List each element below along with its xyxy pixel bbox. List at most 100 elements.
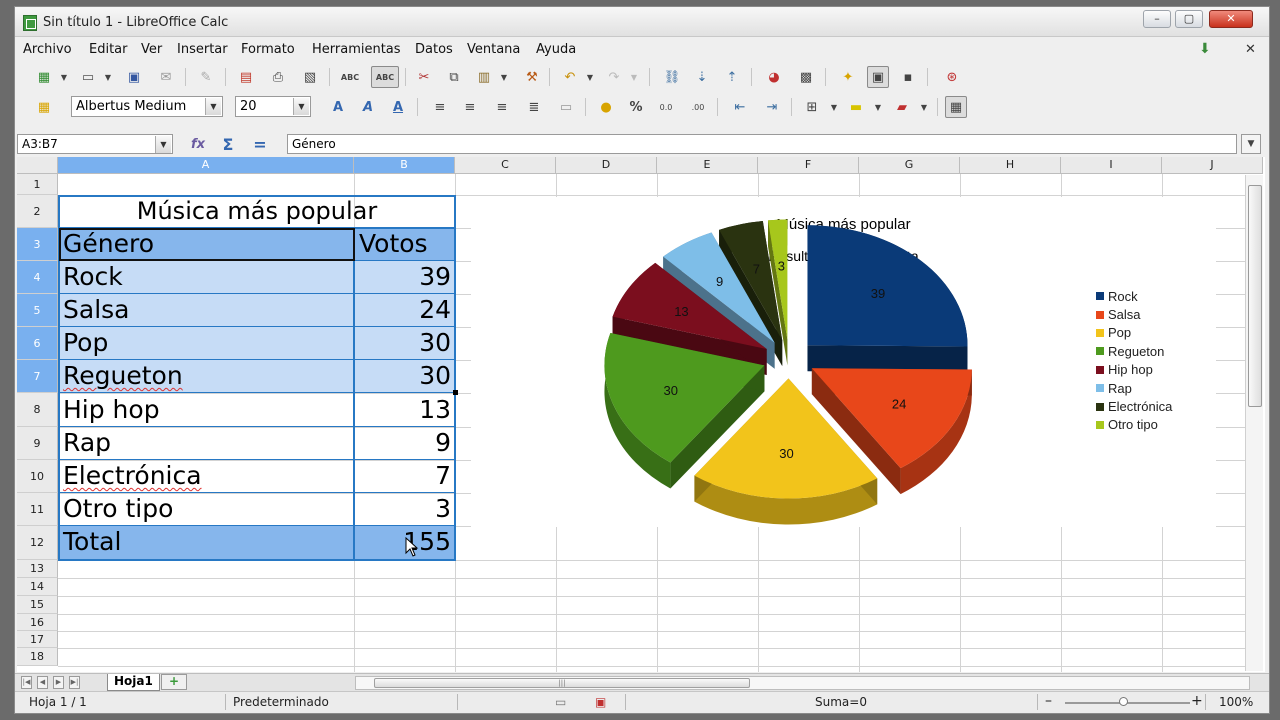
select-all-corner[interactable]	[17, 157, 58, 174]
new-document-icon[interactable]: ▦	[33, 66, 55, 88]
name-box[interactable]: A3:B7 ▼	[17, 134, 173, 154]
borders-icon[interactable]: ⊞	[801, 96, 823, 118]
spellcheck-icon[interactable]: ABC	[339, 66, 361, 88]
row-header-8[interactable]: 8	[17, 393, 58, 427]
borders-dropdown-icon[interactable]: ▼	[823, 96, 845, 118]
update-available-icon[interactable]: ⬇	[1199, 41, 1211, 57]
column-header-d[interactable]: D	[556, 157, 657, 174]
font-color-dropdown-icon[interactable]: ▼	[913, 96, 935, 118]
zoom-level[interactable]: 100%	[1219, 695, 1253, 709]
clone-formatting-icon[interactable]: ⚒	[521, 66, 543, 88]
cell-total-label[interactable]: Total	[59, 526, 354, 558]
menu-herramientas[interactable]: Herramientas	[312, 42, 401, 57]
number-format-icon[interactable]: 0.0	[655, 96, 677, 118]
menu-ayuda[interactable]: Ayuda	[536, 42, 576, 57]
email-icon[interactable]: ✉	[155, 66, 177, 88]
chevron-down-icon[interactable]: ▼	[293, 98, 309, 115]
cell-a2-title[interactable]: Música más popular	[59, 195, 455, 228]
cell-votes[interactable]: 13	[355, 394, 455, 426]
horizontal-scrollbar[interactable]: |||	[355, 676, 1250, 690]
maximize-button[interactable]: ▢	[1175, 10, 1203, 28]
new-dropdown-icon[interactable]: ▼	[53, 66, 75, 88]
chevron-down-icon[interactable]: ▼	[155, 136, 171, 153]
function-wizard-icon[interactable]: fx	[187, 133, 209, 155]
cell-genre[interactable]: Rock	[59, 261, 354, 293]
cell-genre[interactable]: Hip hop	[59, 394, 354, 426]
horizontal-scroll-thumb[interactable]: |||	[374, 678, 750, 688]
grid-lines-icon[interactable]: ▦	[945, 96, 967, 118]
decrease-indent-icon[interactable]: ⇤	[729, 96, 751, 118]
cell-votes[interactable]: 3	[355, 493, 455, 525]
cell-genre[interactable]: Salsa	[59, 294, 354, 326]
vertical-scrollbar[interactable]	[1245, 175, 1263, 671]
hyperlink-icon[interactable]: ⛓	[661, 66, 683, 88]
column-header-b[interactable]: B	[354, 157, 455, 174]
zoom-slider-handle[interactable]	[1119, 697, 1128, 706]
menu-insertar[interactable]: Insertar	[177, 42, 228, 57]
undo-icon[interactable]: ↶	[559, 66, 581, 88]
cell-genre[interactable]: Rap	[59, 427, 354, 459]
print-icon[interactable]: ⎙	[267, 66, 289, 88]
pie-chart[interactable]: Música más popular Resultados de encuest…	[471, 197, 1216, 527]
row-header-10[interactable]: 10	[17, 460, 58, 493]
column-header-c[interactable]: C	[455, 157, 556, 174]
cell-genre[interactable]: Electrónica	[59, 460, 354, 492]
last-sheet-button[interactable]: ▶|	[69, 676, 80, 689]
cell-a3-header-genre[interactable]: Género	[59, 228, 354, 260]
paste-dropdown-icon[interactable]: ▼	[493, 66, 515, 88]
close-document-button[interactable]: ✕	[1245, 42, 1256, 57]
prev-sheet-button[interactable]: ◀	[37, 676, 48, 689]
undo-dropdown-icon[interactable]: ▼	[579, 66, 601, 88]
background-dropdown-icon[interactable]: ▼	[867, 96, 889, 118]
save-icon[interactable]: ▣	[123, 66, 145, 88]
row-header-7[interactable]: 7	[17, 360, 58, 393]
cell-votes[interactable]: 24	[355, 294, 455, 326]
next-sheet-button[interactable]: ▶	[53, 676, 64, 689]
column-header-i[interactable]: I	[1061, 157, 1162, 174]
row-header-9[interactable]: 9	[17, 427, 58, 460]
gallery-icon[interactable]: ▣	[867, 66, 889, 88]
row-header-2[interactable]: 2	[17, 195, 58, 228]
sort-ascending-icon[interactable]: ⇣	[691, 66, 713, 88]
align-left-icon[interactable]: ≡	[429, 96, 451, 118]
italic-icon[interactable]: A	[357, 96, 379, 118]
help-icon[interactable]: ⊛	[941, 66, 963, 88]
cell-genre[interactable]: Otro tipo	[59, 493, 354, 525]
expand-formula-icon[interactable]: ▼	[1241, 134, 1261, 154]
first-sheet-button[interactable]: |◀	[21, 676, 32, 689]
column-header-f[interactable]: F	[758, 157, 859, 174]
row-header-4[interactable]: 4	[17, 261, 58, 294]
underline-icon[interactable]: A	[387, 96, 409, 118]
align-center-icon[interactable]: ≡	[459, 96, 481, 118]
print-preview-icon[interactable]: ▧	[299, 66, 321, 88]
row-header-12[interactable]: 12	[17, 526, 58, 560]
align-right-icon[interactable]: ≡	[491, 96, 513, 118]
add-sheet-button[interactable]: +	[161, 674, 187, 690]
row-header-6[interactable]: 6	[17, 327, 58, 360]
insert-mode-icon[interactable]: ▭	[555, 695, 566, 709]
chevron-down-icon[interactable]: ▼	[205, 98, 221, 115]
close-window-button[interactable]: ✕	[1209, 10, 1253, 28]
edit-file-icon[interactable]: ✎	[195, 66, 217, 88]
merge-cells-icon[interactable]: ▭	[555, 96, 577, 118]
export-pdf-icon[interactable]: ▤	[235, 66, 257, 88]
menu-editar[interactable]: Editar	[89, 42, 128, 57]
formula-input[interactable]: Género	[287, 134, 1237, 154]
data-sources-icon[interactable]: ▪	[897, 66, 919, 88]
column-header-j[interactable]: J	[1162, 157, 1263, 174]
column-header-h[interactable]: H	[960, 157, 1061, 174]
sheet-tab-hoja1[interactable]: Hoja1	[107, 674, 160, 691]
row-header-14[interactable]: 14	[17, 578, 58, 596]
increase-indent-icon[interactable]: ⇥	[761, 96, 783, 118]
cell-b3-header-votes[interactable]: Votos	[355, 228, 455, 260]
cell-genre[interactable]: Regueton	[59, 360, 354, 392]
sum-icon[interactable]: Σ	[217, 133, 239, 155]
justify-icon[interactable]: ≣	[523, 96, 545, 118]
menu-ver[interactable]: Ver	[141, 42, 162, 57]
open-dropdown-icon[interactable]: ▼	[97, 66, 119, 88]
row-header-15[interactable]: 15	[17, 596, 58, 614]
cell-votes[interactable]: 9	[355, 427, 455, 459]
sort-descending-icon[interactable]: ⇡	[721, 66, 743, 88]
currency-icon[interactable]: ●	[595, 96, 617, 118]
cell-votes[interactable]: 30	[355, 360, 455, 392]
